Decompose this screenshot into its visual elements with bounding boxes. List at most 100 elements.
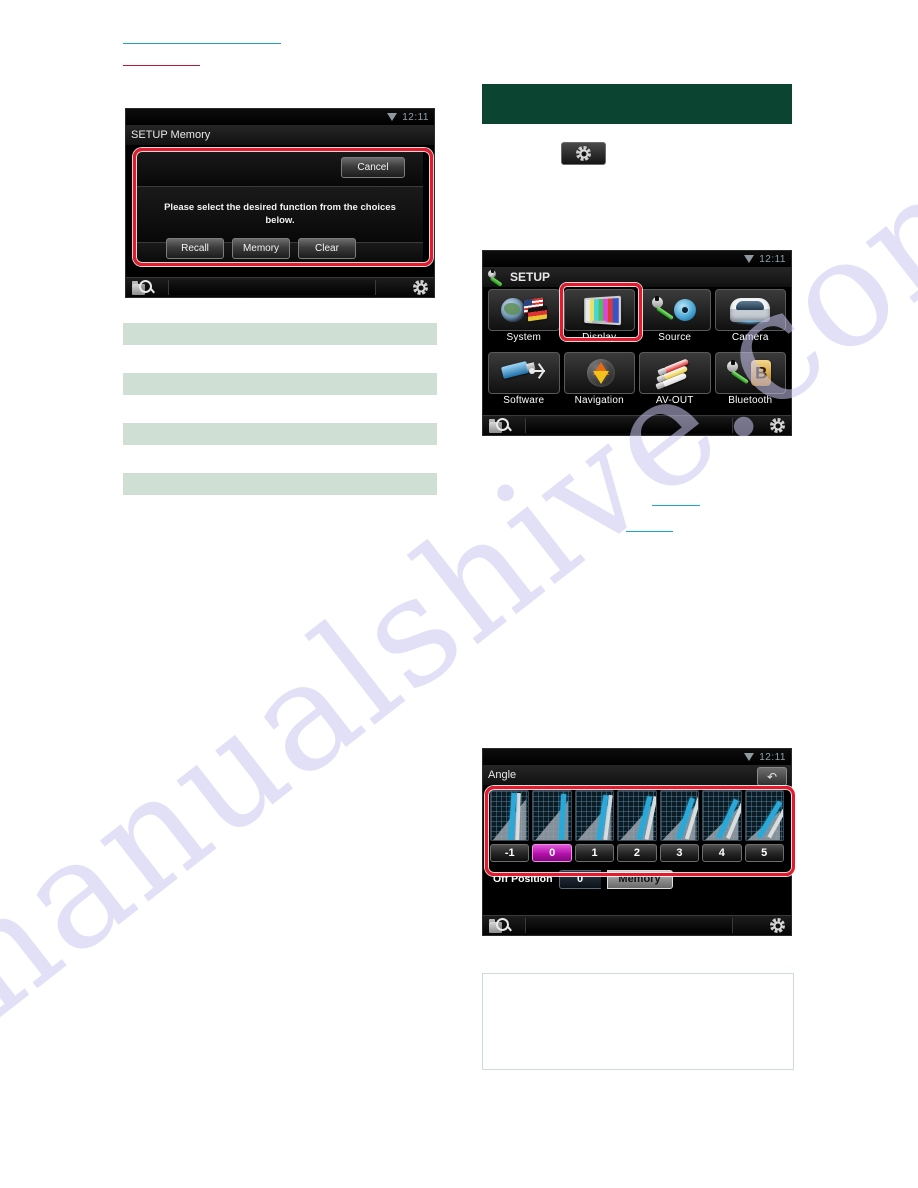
top-red-rule — [123, 65, 200, 66]
dialog-top-row: Cancel — [137, 151, 423, 187]
setup-tile-software[interactable]: Software — [488, 352, 560, 412]
title-bar: SETUP Memory — [126, 125, 434, 146]
dialog-message: Please select the desired function from … — [164, 201, 396, 226]
clear-button[interactable]: Clear — [298, 238, 356, 259]
inline-gear-button[interactable] — [561, 142, 606, 165]
tile-label: Source — [658, 332, 692, 343]
tile-label: Camera — [731, 332, 769, 343]
content-bar-1 — [123, 323, 437, 345]
angle-preset[interactable]: 0 — [532, 790, 572, 862]
bottom-bar-segment — [525, 418, 733, 433]
tile-artwork — [639, 289, 711, 331]
angle-preset[interactable]: 1 — [574, 790, 615, 862]
angle-preset-label[interactable]: 0 — [532, 844, 572, 862]
top-blue-rule — [123, 43, 281, 44]
setup-tile-display[interactable]: Display — [563, 289, 635, 349]
angle-preset-label[interactable]: 2 — [617, 844, 657, 862]
page-title: Angle — [488, 769, 517, 781]
usb-drive-icon — [500, 358, 547, 388]
angle-thumbnail — [744, 790, 784, 841]
clock: 12:11 — [759, 751, 786, 763]
tile-label: Navigation — [574, 395, 624, 406]
title-bar: Angle ↶ — [483, 765, 791, 786]
gear-icon — [576, 146, 591, 161]
cross-reference-link-2[interactable] — [626, 531, 673, 532]
tile-artwork — [563, 289, 635, 331]
off-position-label: Off Position — [493, 873, 553, 885]
tile-artwork — [639, 352, 711, 394]
tile-artwork — [714, 289, 786, 331]
angle-preset-label[interactable]: 1 — [574, 844, 615, 862]
tile-label: Software — [503, 395, 545, 406]
angle-thumbnail — [490, 790, 530, 841]
angle-thumbnail — [574, 790, 615, 841]
content-bar-3 — [123, 423, 437, 445]
title-bar: SETUP — [483, 267, 791, 288]
screenshot-angle: 12:11 Angle ↶ -1 0 1 2 3 4 5 Off Positio… — [482, 748, 792, 936]
wrench-icon — [488, 269, 505, 287]
recall-button[interactable]: Recall — [166, 238, 224, 259]
off-position-memory-button[interactable]: Memory — [606, 869, 673, 889]
bottom-bar — [483, 915, 791, 935]
angle-preset-label[interactable]: 4 — [702, 844, 742, 862]
setup-tile-source[interactable]: Source — [639, 289, 711, 349]
angle-preset-label[interactable]: 5 — [744, 844, 784, 862]
tile-label: System — [506, 332, 542, 343]
angle-thumbnail — [659, 790, 700, 841]
status-bar: 12:11 — [483, 749, 791, 765]
rca-cables-icon — [652, 358, 698, 388]
off-position-value: 0 — [558, 869, 601, 889]
setup-tile-bluetooth[interactable]: Bluetooth — [714, 352, 786, 412]
tile-label: AV-OUT — [655, 395, 694, 406]
angle-thumbnail — [532, 790, 572, 841]
off-position-row: Off Position 0 Memory — [493, 869, 673, 889]
setup-tile-system[interactable]: System — [488, 289, 560, 349]
wifi-icon — [744, 254, 755, 264]
angle-preset[interactable]: 3 — [659, 790, 700, 862]
page-title: SETUP — [510, 270, 551, 284]
dialog-message-row: Please select the desired function from … — [137, 187, 423, 243]
tile-artwork — [488, 289, 560, 331]
memory-dialog: Cancel Please select the desired functio… — [137, 151, 423, 265]
screenshot-setup-menu: 12:11 SETUP System Display Source Camera… — [482, 250, 792, 436]
angle-preset[interactable]: 4 — [702, 790, 742, 862]
wifi-icon — [744, 752, 755, 762]
content-bar-4 — [123, 473, 437, 495]
memory-button[interactable]: Memory — [232, 238, 290, 259]
globe-flags-icon — [500, 295, 547, 325]
angle-preset[interactable]: 5 — [744, 790, 784, 862]
angle-preset-label[interactable]: 3 — [659, 844, 700, 862]
wrench-bluetooth-icon — [727, 358, 773, 388]
angle-preset[interactable]: -1 — [490, 790, 530, 862]
angle-preset-row: -1 0 1 2 3 4 5 — [490, 790, 784, 862]
angle-preset[interactable]: 2 — [617, 790, 657, 862]
clock: 12:11 — [402, 111, 429, 123]
gear-icon[interactable] — [770, 418, 785, 433]
wrench-disc-icon — [651, 295, 698, 325]
status-bar: 12:11 — [126, 109, 434, 125]
angle-thumbnail — [702, 790, 742, 841]
gear-icon[interactable] — [770, 918, 785, 933]
page-title: SETUP Memory — [131, 129, 211, 141]
setup-tile-navigation[interactable]: Navigation — [563, 352, 635, 412]
angle-thumbnail — [617, 790, 657, 841]
tile-artwork — [488, 352, 560, 394]
bottom-bar — [126, 277, 434, 297]
tile-artwork — [563, 352, 635, 394]
screenshot-setup-memory: 12:11 SETUP Memory Cancel Please select … — [125, 108, 435, 298]
file-search-icon[interactable] — [132, 280, 155, 295]
back-arrow-icon[interactable]: ↶ — [757, 767, 787, 786]
section-header-bar — [482, 84, 792, 124]
file-search-icon[interactable] — [489, 918, 512, 933]
cross-reference-link-1[interactable] — [652, 505, 700, 506]
file-search-icon[interactable] — [489, 418, 512, 433]
setup-tile-camera[interactable]: Camera — [714, 289, 786, 349]
angle-preset-label[interactable]: -1 — [490, 844, 530, 862]
tile-label: Display — [582, 332, 617, 343]
setup-tile-av-out[interactable]: AV-OUT — [639, 352, 711, 412]
gear-icon[interactable] — [413, 280, 428, 295]
cancel-button[interactable]: Cancel — [341, 157, 405, 178]
car-rear-icon — [727, 295, 773, 325]
clock: 12:11 — [759, 253, 786, 265]
color-bars-tv-icon — [576, 295, 622, 326]
